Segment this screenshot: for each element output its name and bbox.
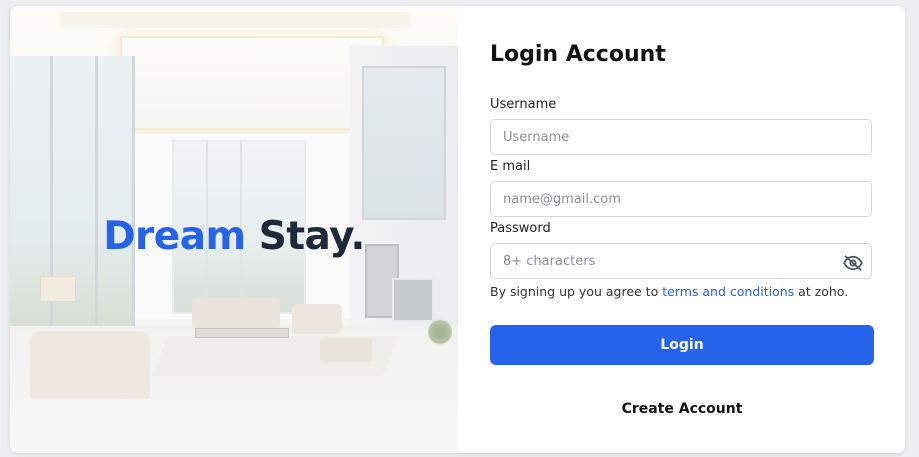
create-account-button[interactable]: Create Account [490, 401, 874, 417]
brand-dream: Dream [103, 214, 246, 259]
terms-link[interactable]: terms and conditions [662, 284, 794, 299]
terms-text: By signing up you agree to terms and con… [490, 284, 848, 299]
login-form: Login Account Username E mail Password B… [458, 6, 905, 453]
eye-slash-icon[interactable] [842, 255, 864, 271]
terms-suffix: at zoho. [794, 284, 849, 299]
password-label: Password [490, 221, 551, 236]
page-title: Login Account [490, 42, 666, 67]
username-input[interactable] [490, 119, 872, 155]
email-input[interactable] [490, 181, 872, 217]
username-label: Username [490, 97, 557, 112]
brand-logo-text: Dream Stay. [10, 214, 458, 260]
terms-prefix: By signing up you agree to [490, 284, 663, 299]
email-label: E mail [490, 159, 531, 174]
hero-image-panel: Dream Stay. [10, 6, 458, 453]
password-input[interactable] [490, 243, 872, 279]
login-card: Dream Stay. Login Account Username E mai… [10, 6, 905, 453]
brand-stay: Stay. [258, 214, 366, 259]
login-button[interactable]: Login [490, 325, 874, 365]
